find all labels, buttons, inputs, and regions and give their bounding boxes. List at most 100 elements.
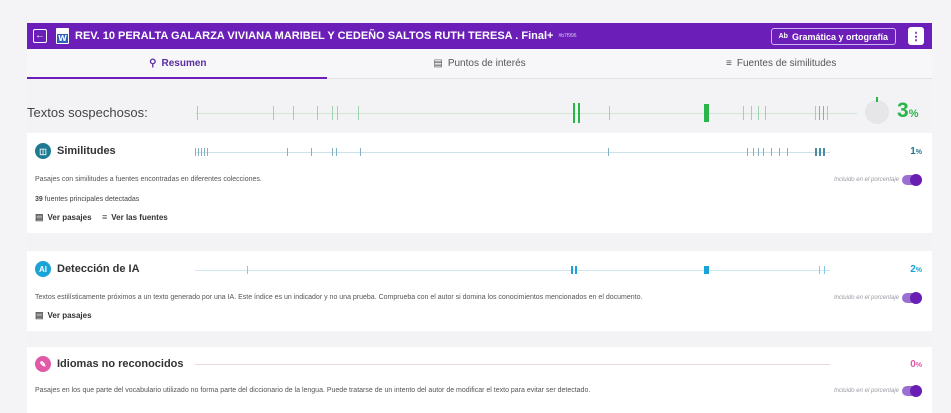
timeline-marker bbox=[763, 148, 764, 156]
timeline-marker bbox=[573, 103, 575, 123]
timeline-marker bbox=[317, 106, 318, 120]
document-list-icon: ▤ bbox=[35, 212, 44, 222]
similitudes-percent: 1% bbox=[910, 146, 922, 157]
timeline-marker bbox=[195, 148, 196, 156]
report-frame: ← W REV. 10 PERALTA GALARZA VIVIANA MARI… bbox=[27, 23, 932, 413]
grammar-button-label: Gramática y ortografía bbox=[791, 31, 888, 42]
timeline-marker bbox=[819, 148, 821, 156]
similitudes-description: Pasajes con similitudes a fuentes encont… bbox=[35, 176, 262, 183]
view-passages-label: Ver pasajes bbox=[47, 213, 92, 222]
similitudes-card: ◫ Similitudes 1% Pasajes con similitudes… bbox=[27, 133, 932, 233]
similitudes-title: Similitudes bbox=[57, 145, 116, 157]
sources-count-text: 39 fuentes principales detectadas bbox=[35, 196, 139, 203]
idiomas-include-toggle[interactable] bbox=[902, 385, 922, 397]
more-menu-icon[interactable]: ⋮ bbox=[908, 27, 924, 45]
idiomas-header: ✎ Idiomas no reconocidos bbox=[35, 356, 184, 372]
tab-bar: ⚲ Resumen ▤ Puntos de interés ≡ Fuentes … bbox=[27, 49, 932, 79]
similarity-icon: ◫ bbox=[35, 143, 51, 159]
grammar-button[interactable]: Ab Gramática y ortografía bbox=[770, 28, 896, 45]
timeline-marker bbox=[336, 148, 337, 156]
idiomas-title: Idiomas no reconocidos bbox=[57, 358, 184, 370]
ia-view-passages-label: Ver pasajes bbox=[47, 311, 92, 320]
list-icon: ≡ bbox=[726, 58, 732, 69]
timeline-marker bbox=[758, 106, 759, 120]
timeline-marker bbox=[743, 106, 744, 120]
timeline-marker bbox=[201, 148, 202, 156]
timeline-marker bbox=[337, 106, 338, 120]
timeline-marker bbox=[247, 266, 248, 274]
similitudes-include-toggle[interactable] bbox=[902, 174, 922, 186]
timeline-marker bbox=[815, 148, 817, 156]
unrecognized-languages-card: ✎ Idiomas no reconocidos 0% Pasajes en l… bbox=[27, 347, 932, 413]
similitudes-timeline[interactable] bbox=[195, 145, 830, 159]
timeline-marker bbox=[578, 103, 580, 123]
top-bar: ← W REV. 10 PERALTA GALARZA VIVIANA MARI… bbox=[27, 23, 932, 49]
timeline-marker bbox=[358, 106, 359, 120]
sources-count: 39 bbox=[35, 196, 43, 203]
ia-description: Textos estilísticamente próximos a un te… bbox=[35, 294, 643, 301]
timeline-marker bbox=[819, 266, 820, 274]
ia-include-toggle[interactable] bbox=[902, 292, 922, 304]
similitudes-percent-sign: % bbox=[915, 149, 922, 156]
tab-resumen-label: Resumen bbox=[161, 58, 207, 69]
timeline-marker bbox=[575, 266, 577, 274]
similitudes-header: ◫ Similitudes bbox=[35, 143, 116, 159]
back-arrow-icon[interactable]: ← bbox=[33, 29, 47, 43]
idiomas-timeline[interactable] bbox=[195, 357, 830, 371]
similitudes-view-passages-link[interactable]: ▤ Ver pasajes bbox=[35, 212, 92, 223]
ia-header: AI Detección de IA bbox=[35, 261, 140, 277]
timeline-marker bbox=[823, 106, 824, 120]
timeline-marker bbox=[332, 148, 333, 156]
timeline-marker bbox=[787, 148, 788, 156]
idiomas-percent: 0% bbox=[910, 359, 922, 370]
timeline-marker bbox=[765, 106, 766, 120]
document-title: REV. 10 PERALTA GALARZA VIVIANA MARIBEL … bbox=[75, 30, 554, 42]
tab-puntos-label: Puntos de interés bbox=[447, 58, 526, 69]
ia-included-label: Incluido en el porcentaje bbox=[833, 295, 899, 301]
word-document-icon: W bbox=[56, 28, 69, 44]
view-sources-link[interactable]: ≡ Ver las fuentes bbox=[102, 212, 168, 222]
timeline-marker bbox=[704, 104, 709, 122]
tab-fuentes-de-similitudes[interactable]: ≡ Fuentes de similitudes bbox=[630, 49, 932, 78]
tab-resumen[interactable]: ⚲ Resumen bbox=[27, 49, 329, 79]
timeline-marker bbox=[360, 148, 361, 156]
timeline-marker bbox=[198, 148, 199, 156]
idiomas-included-label: Incluido en el porcentaje bbox=[833, 388, 899, 394]
ia-timeline[interactable] bbox=[195, 263, 830, 277]
ia-percent: 2% bbox=[910, 264, 922, 275]
suspicious-texts-label: Textos sospechosos: bbox=[27, 105, 148, 120]
timeline-marker bbox=[608, 148, 609, 156]
timeline-marker bbox=[747, 148, 748, 156]
timeline-marker bbox=[207, 148, 208, 156]
magnifier-icon: ⚲ bbox=[149, 58, 157, 69]
ia-view-passages-link[interactable]: ▤ Ver pasajes bbox=[35, 310, 92, 321]
timeline-marker bbox=[571, 266, 573, 274]
timeline-marker bbox=[273, 106, 274, 120]
timeline-marker bbox=[293, 106, 294, 120]
timeline-marker bbox=[827, 106, 828, 120]
list-icon: ≡ bbox=[102, 212, 108, 222]
timeline-marker bbox=[751, 106, 752, 120]
timeline-marker bbox=[753, 148, 754, 156]
suspicious-percent-sign: % bbox=[908, 108, 919, 120]
timeline-line bbox=[195, 270, 830, 271]
document-id: #b7f996 bbox=[558, 33, 577, 39]
ia-percent-sign: % bbox=[915, 267, 922, 274]
tab-puntos-de-interes[interactable]: ▤ Puntos de interés bbox=[329, 49, 631, 78]
timeline-marker bbox=[815, 106, 816, 120]
timeline-marker bbox=[332, 106, 333, 120]
toggle-knob bbox=[910, 385, 922, 397]
timeline-marker bbox=[779, 148, 780, 156]
timeline-marker bbox=[819, 106, 820, 120]
timeline-marker bbox=[609, 106, 610, 120]
suspicious-percent: 3% bbox=[897, 99, 918, 123]
suspicious-timeline[interactable] bbox=[195, 96, 857, 130]
ia-title: Detección de IA bbox=[57, 263, 140, 275]
toggle-knob bbox=[910, 292, 922, 304]
timeline-marker bbox=[287, 148, 288, 156]
ia-detection-card: AI Detección de IA 2% Textos estilística… bbox=[27, 251, 932, 331]
timeline-marker bbox=[704, 266, 709, 274]
gauge-fill bbox=[876, 97, 878, 102]
timeline-marker bbox=[758, 148, 759, 156]
tab-fuentes-label: Fuentes de similitudes bbox=[736, 58, 837, 69]
